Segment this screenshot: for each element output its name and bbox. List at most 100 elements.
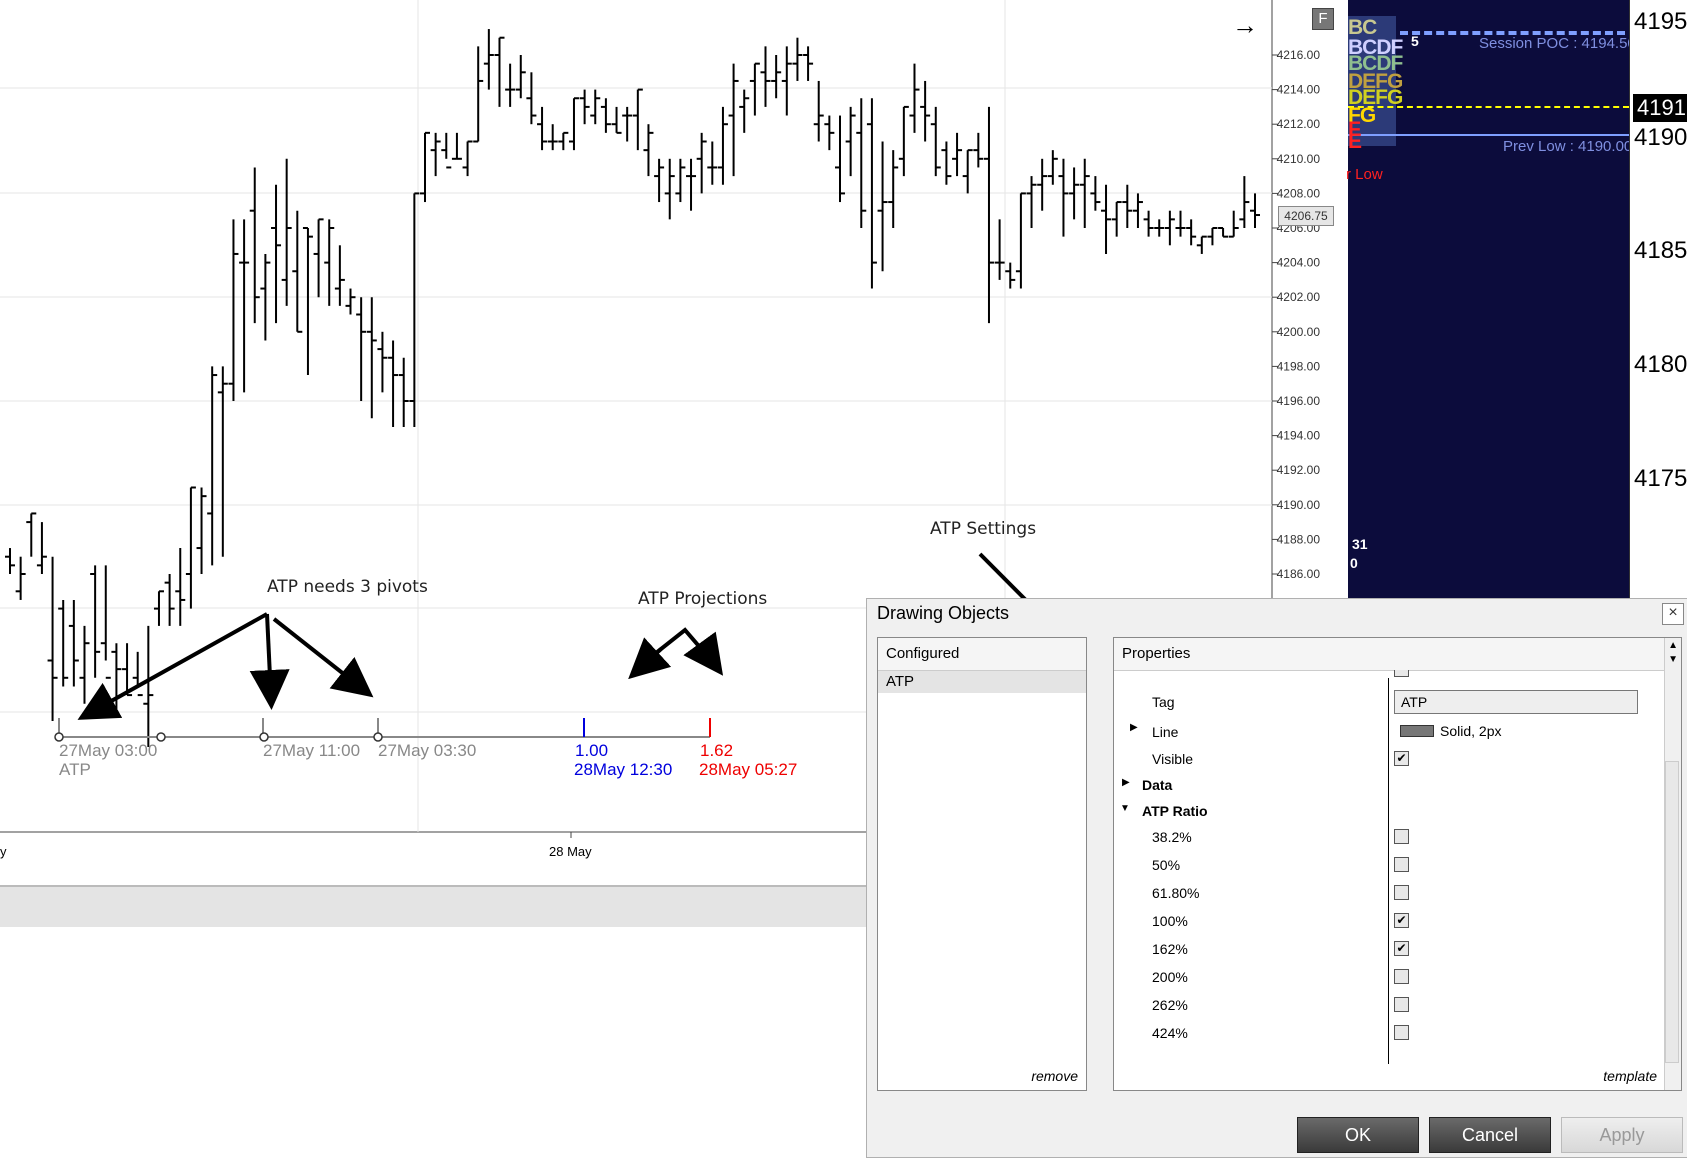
y-axis-tick-label: 4214.00	[1277, 83, 1321, 97]
visible-label: Visible	[1152, 751, 1193, 767]
ratio-row: 100% ✔	[1114, 907, 1654, 933]
y-axis-tick-label: 4196.00	[1277, 394, 1321, 408]
ratio-label: 200%	[1152, 969, 1188, 985]
y-axis-tick-label: 4216.00	[1277, 48, 1321, 62]
remove-link[interactable]: remove	[1031, 1068, 1078, 1084]
ratio-checkbox[interactable]: ✔	[1394, 913, 1409, 928]
ratio-checkbox[interactable]	[1394, 1025, 1409, 1040]
atp-projection-2-ratio: 1.62	[700, 741, 734, 760]
collapse-triangle-icon[interactable]: ▼	[1120, 803, 1130, 814]
locked-checkbox[interactable]	[1394, 670, 1409, 677]
template-link[interactable]: template	[1603, 1068, 1657, 1084]
current-price-tag: 4206.75	[1278, 206, 1334, 226]
ratio-label: 50%	[1152, 857, 1181, 873]
tag-input[interactable]: ATP	[1394, 690, 1638, 714]
ratio-checkbox[interactable]	[1394, 857, 1409, 872]
prev-low-label: Prev Low : 4190.00	[1503, 138, 1633, 155]
y-axis-tick-label: 4186.00	[1277, 567, 1321, 581]
ratio-row: 262%	[1114, 991, 1654, 1017]
atp-pivot-3-date: 27May 03:30	[378, 741, 477, 760]
configured-panel[interactable]: Configured ATP remove	[877, 637, 1087, 1091]
tpo-row: E	[1348, 130, 1362, 153]
prop-locked-row	[1114, 670, 1654, 678]
ratio-label: 61.80%	[1152, 885, 1200, 901]
atp-projection-2-date: 28May 05:27	[699, 760, 798, 779]
dialog-title: Drawing Objects	[877, 603, 1010, 623]
cancel-button[interactable]: Cancel	[1429, 1117, 1551, 1153]
projections-annotation: ATP Projections	[638, 589, 768, 609]
ratio-checkbox[interactable]	[1394, 885, 1409, 900]
properties-panel[interactable]: Properties ▲ ▼ Tag ATP ▶ Line Solid, 2px…	[1113, 637, 1682, 1091]
drawing-objects-dialog[interactable]: Drawing Objects × Configured ATP remove …	[866, 598, 1687, 1158]
ratio-row: 38.2%	[1114, 823, 1654, 849]
y-axis-tick-label: 4210.00	[1277, 152, 1321, 166]
visible-checkbox[interactable]: ✔	[1394, 751, 1409, 766]
scroll-down-icon[interactable]: ▼	[1668, 654, 1678, 665]
data-section[interactable]: ▶ Data	[1114, 771, 1654, 797]
prop-line-row[interactable]: ▶ Line Solid, 2px	[1114, 718, 1654, 744]
atp-pivot-1-label: ATP	[59, 760, 91, 779]
atp-projection-1-date: 28May 12:30	[574, 760, 673, 779]
y-axis-tick-label: 4192.00	[1277, 463, 1321, 477]
data-section-label: Data	[1142, 777, 1173, 793]
profile-footer-zero: 0	[1350, 555, 1358, 571]
y-axis-tick-label: 4208.00	[1277, 186, 1321, 200]
ratio-row: 50%	[1114, 851, 1654, 877]
ratio-checkbox[interactable]: ✔	[1394, 941, 1409, 956]
ok-button[interactable]: OK	[1297, 1117, 1419, 1153]
line-value[interactable]: Solid, 2px	[1440, 723, 1501, 739]
pivots-annotation: ATP needs 3 pivots	[267, 577, 428, 597]
session-poc-label: Session POC : 4194.50	[1479, 35, 1636, 52]
ratio-label: 162%	[1152, 941, 1188, 957]
settings-annotation: ATP Settings	[930, 519, 1037, 539]
ratio-checkbox[interactable]	[1394, 969, 1409, 984]
ratio-section[interactable]: ▼ ATP Ratio	[1114, 797, 1654, 823]
scrollbar-thumb[interactable]	[1665, 761, 1679, 1063]
atp-projection-1-ratio: 1.00	[575, 741, 609, 760]
ratio-label: 424%	[1152, 1025, 1188, 1041]
profile-tick-4175: 4175	[1634, 465, 1687, 492]
f-button[interactable]: F	[1312, 8, 1334, 30]
properties-header: Properties	[1114, 638, 1681, 671]
expand-triangle-icon[interactable]: ▶	[1130, 722, 1138, 733]
prop-tag-row: Tag ATP	[1114, 690, 1654, 716]
ratio-row: 61.80%	[1114, 879, 1654, 905]
profile-price-axis: 4195 4190 4185 4180 4175	[1629, 0, 1687, 600]
profile-tick-4185: 4185	[1634, 237, 1687, 264]
y-axis-tick-label: 4212.00	[1277, 117, 1321, 131]
profile-price-tag: 4191	[1633, 94, 1687, 122]
y-axis-tick-label: 4204.00	[1277, 256, 1321, 270]
y-axis-tick-label: 4200.00	[1277, 325, 1321, 339]
apply-button[interactable]: Apply	[1561, 1117, 1683, 1153]
y-axis-tick-label: 4194.00	[1277, 429, 1321, 443]
configured-item-atp[interactable]: ATP	[878, 671, 1086, 693]
tpo-count: 5	[1411, 33, 1419, 49]
tag-label: Tag	[1152, 694, 1175, 710]
ratio-label: 262%	[1152, 997, 1188, 1013]
expand-triangle-icon[interactable]: ▶	[1122, 777, 1130, 788]
atp-pivot-1-date: 27May 03:00	[59, 741, 158, 760]
y-axis-tick-label: 4190.00	[1277, 498, 1321, 512]
scroll-up-icon[interactable]: ▲	[1668, 640, 1678, 651]
low-label: r Low	[1346, 166, 1383, 183]
ratio-checkbox[interactable]	[1394, 829, 1409, 844]
y-axis-tick-label: 4198.00	[1277, 359, 1321, 373]
profile-tick-4195: 4195	[1634, 8, 1687, 35]
ratio-row: 162% ✔	[1114, 935, 1654, 961]
profile-tick-4180: 4180	[1634, 351, 1687, 378]
ratio-checkbox[interactable]	[1394, 997, 1409, 1012]
ratio-label: 100%	[1152, 913, 1188, 929]
prop-visible-row: Visible ✔	[1114, 745, 1654, 771]
profile-tick-4190: 4190	[1634, 124, 1687, 151]
ratio-label: 38.2%	[1152, 829, 1192, 845]
close-icon[interactable]: ×	[1662, 603, 1684, 625]
atp-handle	[54, 732, 64, 742]
x-axis-label-prev: y	[0, 844, 7, 859]
arrow-right-icon[interactable]: →	[1232, 12, 1258, 38]
ratio-row: 424%	[1114, 1019, 1654, 1045]
ratio-section-label: ATP Ratio	[1142, 803, 1208, 819]
line-swatch	[1400, 725, 1434, 737]
prev-low-line	[1348, 134, 1629, 136]
ratio-row: 200%	[1114, 963, 1654, 989]
chart-bottom-strip	[0, 885, 866, 927]
